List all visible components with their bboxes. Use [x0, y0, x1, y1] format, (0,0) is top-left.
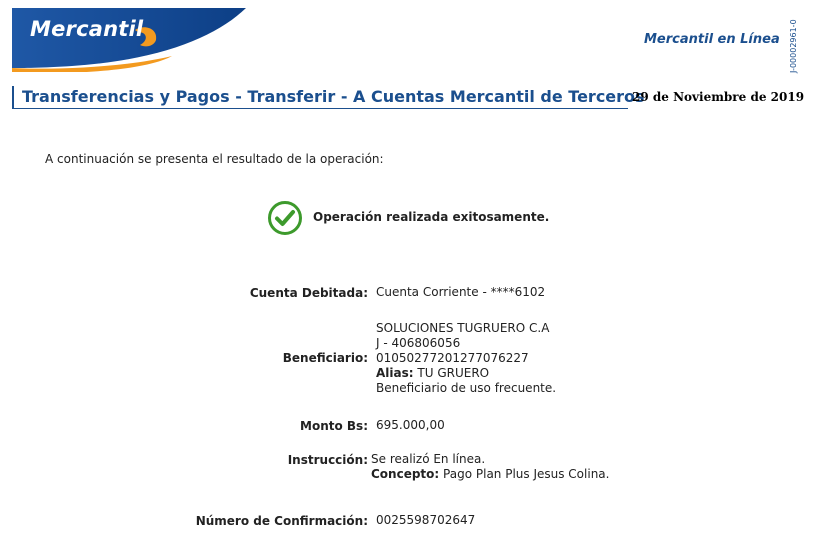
- success-message: Operación realizada exitosamente.: [313, 210, 550, 224]
- confirmacion-value: 0025598702647: [376, 513, 476, 527]
- alias-label: Alias:: [376, 366, 414, 380]
- instruccion-label: Instrucción:: [287, 453, 368, 467]
- beneficiario-label: Beneficiario:: [282, 351, 368, 365]
- concepto-line: Concepto: Pago Plan Plus Jesus Colina.: [371, 467, 609, 482]
- intro-text: A continuación se presenta el resultado …: [45, 152, 384, 166]
- concepto-value: Pago Plan Plus Jesus Colina.: [443, 467, 610, 481]
- beneficiario-alias: Alias: TU GRUERO: [376, 366, 489, 381]
- beneficiario-note: Beneficiario de uso frecuente.: [376, 381, 557, 395]
- check-circle-icon: [267, 200, 303, 236]
- monto-label: Monto Bs:: [300, 419, 368, 433]
- beneficiario-rif: J - 406806056: [376, 336, 461, 350]
- site-name: Mercantil en Línea: [644, 32, 780, 47]
- instruccion-value: Se realizó En línea.: [371, 452, 486, 466]
- beneficiario-name: SOLUCIONES TUGRUERO C.A: [376, 321, 550, 335]
- confirmacion-label: Número de Confirmación:: [195, 514, 368, 528]
- concepto-label: Concepto:: [371, 467, 440, 481]
- page-code: J-00002961-0: [789, 19, 798, 73]
- brand-name: Mercantil: [30, 17, 144, 41]
- alias-value: TU GRUERO: [417, 366, 490, 380]
- cuenta-debitada-value: Cuenta Corriente - ****6102: [376, 285, 546, 299]
- cuenta-debitada-label: Cuenta Debitada:: [249, 286, 368, 300]
- page-date: 29 de Noviembre de 2019: [632, 90, 805, 104]
- page-title-bar: Transferencias y Pagos - Transferir - A …: [12, 86, 645, 109]
- monto-value: 695.000,00: [376, 418, 445, 432]
- beneficiario-account: 01050277201277076227: [376, 351, 529, 365]
- page-title: Transferencias y Pagos - Transferir - A …: [22, 87, 645, 106]
